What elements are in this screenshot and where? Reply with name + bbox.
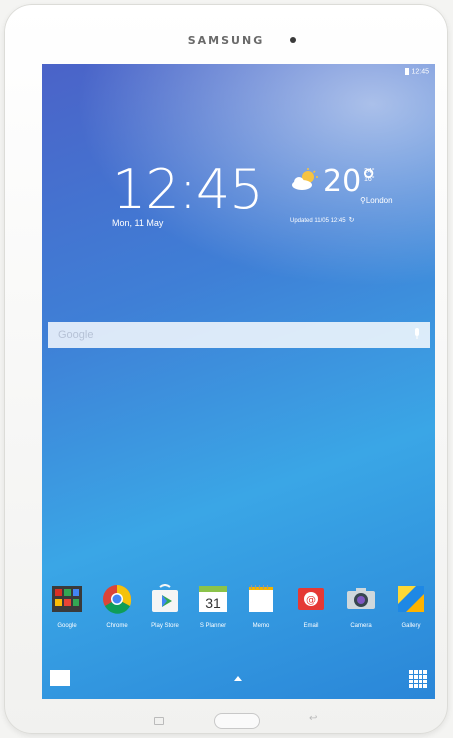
brand-logo: SAMSUNG [187,34,265,47]
memo-icon [249,585,273,612]
email-icon: @ [298,588,324,610]
battery-icon [405,68,410,75]
app-memo[interactable]: Memo [242,584,280,629]
calendar-date: 31 [205,595,221,611]
weather-high: 24° [364,168,375,175]
weather-city: ⚲London [360,196,393,205]
home-page-indicator-icon [234,676,242,681]
gallery-icon [398,586,424,612]
app-dock: Google Chrome Play Store 31 S Planner Me… [42,584,435,644]
folder-icon[interactable] [50,670,70,686]
google-folder-icon [52,586,82,612]
clock-widget-time[interactable]: 12:45 [112,158,264,221]
app-camera[interactable]: Camera [342,584,380,629]
weather-hilo: 24° 16° [364,168,375,184]
app-chrome[interactable]: Chrome [98,584,136,629]
clock-widget-date: Mon, 11 May [112,218,164,228]
play-store-icon [152,584,178,612]
status-time: 12:45 [411,68,429,76]
calendar-icon: 31 [199,586,227,612]
status-bar: 12:45 [405,68,429,75]
chrome-icon [103,585,132,614]
weather-low: 16° [364,176,375,183]
front-camera [290,37,296,43]
search-label: Google [58,329,94,341]
app-email[interactable]: @ Email [292,584,330,629]
weather-updated: Updated 11/05 12:45 ↻ [290,216,355,224]
recent-apps-button[interactable] [154,717,164,725]
tablet-frame: SAMSUNG 12:45 12:45 Mon, 11 May 20° 24° … [4,4,448,734]
google-search-bar[interactable]: Google [48,322,430,348]
camera-icon [347,588,375,609]
home-bottom-row [42,664,435,699]
home-screen: 12:45 12:45 Mon, 11 May 20° 24° 16° ⚲Lon… [42,64,435,699]
partly-cloudy-icon [292,168,318,190]
app-s-planner[interactable]: 31 S Planner [194,584,232,629]
svg-text:@: @ [306,595,316,606]
home-button[interactable] [214,713,260,729]
app-gallery[interactable]: Gallery [392,584,430,629]
app-google[interactable]: Google [48,584,86,629]
mic-icon[interactable] [414,328,420,340]
back-button[interactable]: ↩ [309,713,317,724]
apps-grid-icon[interactable] [409,670,427,688]
refresh-icon[interactable]: ↻ [349,216,355,224]
app-play-store[interactable]: Play Store [146,584,184,629]
